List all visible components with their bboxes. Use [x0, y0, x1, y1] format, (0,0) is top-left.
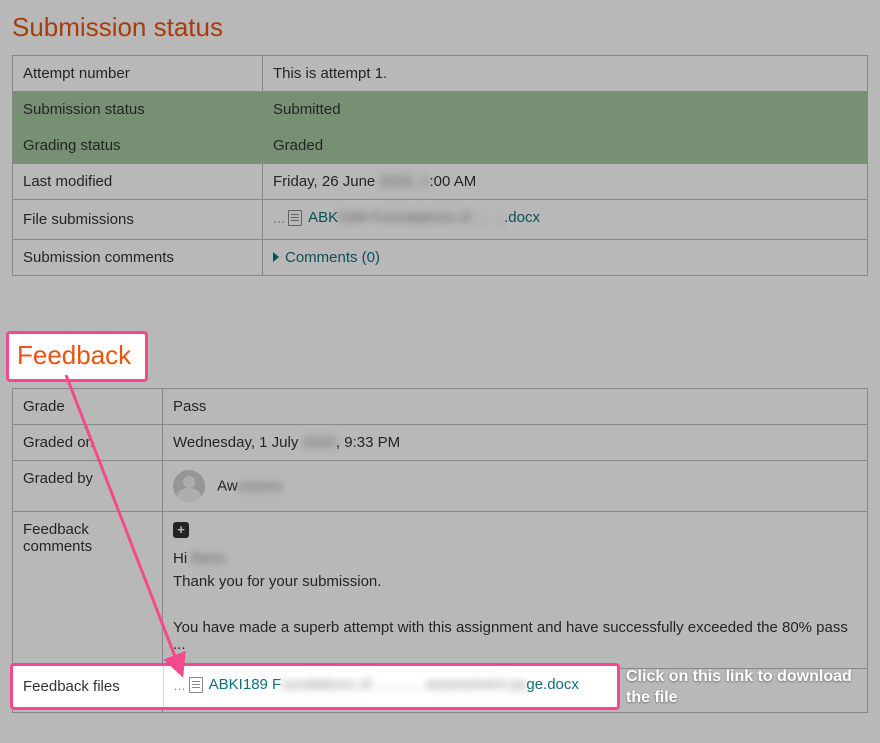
feedback-comments-value: + Hi there Thank you for your submission…: [163, 512, 868, 669]
feedback-comments-label: Feedback comments: [13, 512, 163, 669]
graded-by-label: Graded by: [13, 461, 163, 512]
comments-toggle-link[interactable]: Comments (0): [273, 249, 380, 266]
table-row: Feedback comments + Hi there Thank you f…: [13, 512, 868, 669]
table-row: Attempt number This is attempt 1.: [13, 56, 868, 92]
submission-status-value: Submitted: [263, 92, 868, 128]
table-row: Submission comments Comments (0): [13, 239, 868, 276]
chevron-right-icon: [273, 252, 279, 262]
last-modified-label: Last modified: [13, 164, 263, 200]
feedback-heading-highlight: Feedback: [6, 331, 148, 382]
expand-icon[interactable]: +: [173, 522, 189, 538]
tree-indent-icon: ⋯: [174, 682, 183, 696]
graded-by-value: Awesome: [163, 461, 868, 512]
table-row: File submissions ⋯ ABKI189 Foundations o…: [13, 200, 868, 240]
avatar: [173, 470, 205, 502]
grade-label: Grade: [13, 389, 163, 425]
table-row: Last modified Friday, 26 June 2020, 1:00…: [13, 164, 868, 200]
submission-status-heading: Submission status: [12, 12, 868, 43]
submission-comments-label: Submission comments: [13, 239, 263, 276]
submission-status-table: Attempt number This is attempt 1. Submis…: [12, 55, 868, 276]
table-row: Grading status Graded: [13, 128, 868, 164]
feedback-files-highlight: Feedback files ⋯ ABKI189 Foundations of …: [10, 663, 620, 710]
feedback-files-label: Feedback files: [13, 666, 163, 707]
grading-status-label: Grading status: [13, 128, 263, 164]
graded-on-label: Graded on: [13, 425, 163, 461]
table-row: Submission status Submitted: [13, 92, 868, 128]
annotation-callout: Click on this link to download the file: [626, 667, 876, 709]
file-icon: [288, 210, 302, 226]
file-icon: [189, 677, 203, 693]
grade-value: Pass: [163, 389, 868, 425]
submitted-file-link[interactable]: ABKI189 Foundations of ... ....docx: [288, 209, 540, 226]
last-modified-value: Friday, 26 June 2020, 1:00 AM: [263, 164, 868, 200]
submission-status-label: Submission status: [13, 92, 263, 128]
table-row: Grade Pass: [13, 389, 868, 425]
attempt-number-value: This is attempt 1.: [263, 56, 868, 92]
table-row: Graded on Wednesday, 1 July 2020, 9:33 P…: [13, 425, 868, 461]
grading-status-value: Graded: [263, 128, 868, 164]
tree-indent-icon: ⋯: [273, 215, 282, 229]
file-submissions-label: File submissions: [13, 200, 263, 240]
table-row: Graded by Awesome: [13, 461, 868, 512]
feedback-file-link[interactable]: ABKI189 Foundations of ... ... ... asses…: [189, 676, 579, 693]
graded-on-value: Wednesday, 1 July 2020, 9:33 PM: [163, 425, 868, 461]
feedback-heading: Feedback: [17, 340, 131, 371]
attempt-number-label: Attempt number: [13, 56, 263, 92]
